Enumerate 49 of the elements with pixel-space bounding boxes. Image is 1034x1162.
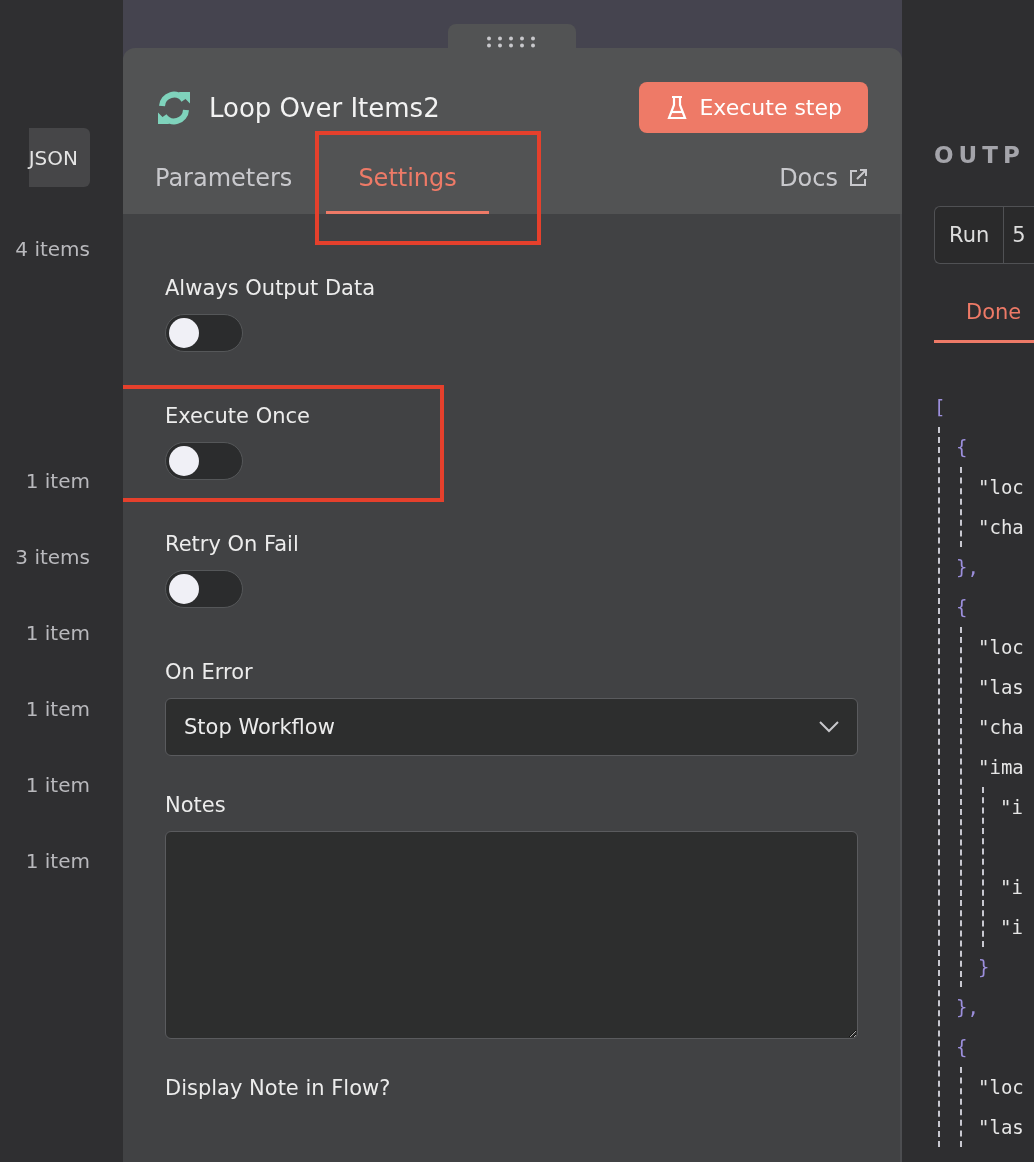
- docs-link[interactable]: Docs: [779, 164, 868, 214]
- json-bracket: }: [978, 955, 991, 980]
- item-count: 1 item: [24, 848, 91, 875]
- json-key: "cha: [978, 707, 1034, 747]
- setting-label: Notes: [165, 793, 227, 817]
- json-key: "loc: [978, 627, 1034, 667]
- json-key: "cha: [978, 507, 1034, 547]
- toggle-switch[interactable]: [165, 570, 243, 608]
- run-selector[interactable]: Run 5: [934, 206, 1034, 264]
- json-bracket: },: [956, 555, 980, 580]
- setting-label: On Error: [165, 660, 254, 684]
- tab[interactable]: Done: [934, 300, 1034, 343]
- tab[interactable]: Parameters: [155, 164, 293, 214]
- item-count: 1 item: [24, 696, 91, 723]
- setting-label: Retry On Fail: [165, 532, 300, 556]
- json-key: "i: [1000, 867, 1034, 907]
- item-count: 3 items: [14, 544, 91, 571]
- json-key: "ima: [978, 747, 1034, 787]
- json-bracket: },: [956, 995, 980, 1020]
- flask-icon: [667, 94, 688, 121]
- item-count: 4 items: [14, 236, 91, 263]
- toggle-switch[interactable]: [165, 442, 243, 480]
- json-bracket: [: [934, 395, 947, 420]
- json-key: "i: [1000, 787, 1034, 867]
- setting-label: Always Output Data: [165, 276, 377, 300]
- output-heading: OUTP: [934, 142, 1026, 168]
- chevron-down-icon: [819, 721, 839, 733]
- item-count: 1 item: [24, 468, 91, 495]
- execute-step-button[interactable]: Execute step: [639, 82, 868, 133]
- json-key: "las: [978, 667, 1034, 707]
- item-count: 1 item: [24, 620, 91, 647]
- json-bracket: {: [956, 595, 969, 620]
- setting-label: Execute Once: [165, 404, 311, 428]
- json-key: "loc: [978, 1067, 1034, 1107]
- drag-handle[interactable]: [448, 24, 576, 48]
- json-key: "loc: [978, 467, 1034, 507]
- notes-field[interactable]: [165, 831, 858, 1039]
- json-view-button[interactable]: JSON: [28, 128, 90, 187]
- json-key: "las: [978, 1107, 1034, 1147]
- node-title: Loop Over Items2: [209, 92, 440, 123]
- json-bracket: {: [956, 1035, 969, 1060]
- setting-label: Display Note in Flow?: [165, 1076, 392, 1100]
- drag-dots-icon: [486, 36, 538, 48]
- toggle-switch[interactable]: [165, 314, 243, 352]
- json-bracket: {: [956, 435, 969, 460]
- item-count: 1 item: [24, 772, 91, 799]
- external-link-icon: [848, 168, 868, 188]
- json-key: "i: [1000, 907, 1034, 947]
- error-behavior-select[interactable]: Stop Workflow: [165, 698, 858, 756]
